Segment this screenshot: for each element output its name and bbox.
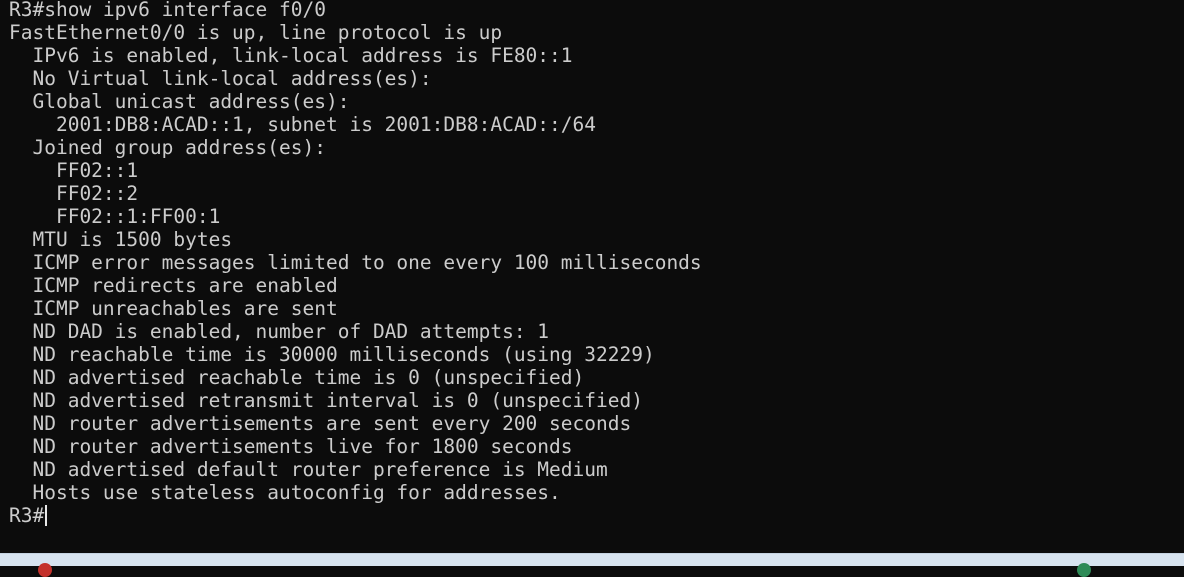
terminal-line: ND DAD is enabled, number of DAD attempt… xyxy=(9,320,550,343)
terminal-line: IPv6 is enabled, link-local address is F… xyxy=(9,44,573,67)
terminal-line: No Virtual link-local address(es): xyxy=(9,67,432,90)
terminal-line: Hosts use stateless autoconfig for addre… xyxy=(9,481,561,504)
terminal-line: ND advertised reachable time is 0 (unspe… xyxy=(9,366,585,389)
terminal-line: Global unicast address(es): xyxy=(9,90,350,113)
command-prompt: R3# xyxy=(9,504,45,527)
terminal-line: ND advertised retransmit interval is 0 (… xyxy=(9,389,643,412)
terminal-line: 2001:DB8:ACAD::1, subnet is 2001:DB8:ACA… xyxy=(9,113,596,136)
terminal-line: FF02::2 xyxy=(9,182,139,205)
terminal-line: ND router advertisements live for 1800 s… xyxy=(9,435,573,458)
app-icon-red[interactable] xyxy=(38,563,52,577)
terminal-line: ND router advertisements are sent every … xyxy=(9,412,632,435)
terminal-line: ICMP redirects are enabled xyxy=(9,274,338,297)
text-cursor xyxy=(45,505,48,526)
terminal-line: MTU is 1500 bytes xyxy=(9,228,233,251)
terminal-line: FF02::1 xyxy=(9,159,139,182)
terminal-line: ICMP error messages limited to one every… xyxy=(9,251,702,274)
taskbar xyxy=(0,553,1184,577)
prompt-line[interactable]: R3# xyxy=(9,504,702,527)
terminal-window[interactable]: R3#show ipv6 interface f0/0 FastEthernet0… xyxy=(0,0,1184,553)
app-icon-green[interactable] xyxy=(1077,563,1091,577)
terminal-line: FF02::1:FF00:1 xyxy=(9,205,221,228)
terminal-output: R3#show ipv6 interface f0/0 FastEthernet0… xyxy=(9,0,702,527)
terminal-line: ICMP unreachables are sent xyxy=(9,297,338,320)
terminal-line: ND reachable time is 30000 milliseconds … xyxy=(9,343,655,366)
terminal-line: Joined group address(es): xyxy=(9,136,326,159)
terminal-line: R3#show ipv6 interface f0/0 xyxy=(9,0,326,21)
terminal-line: FastEthernet0/0 is up, line protocol is … xyxy=(9,21,503,44)
terminal-line: ND advertised default router preference … xyxy=(9,458,608,481)
